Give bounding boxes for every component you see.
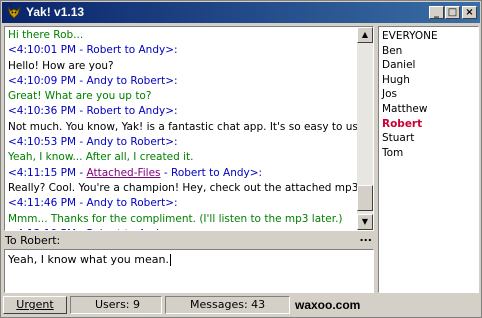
users-count: Users: 9 [70,296,162,314]
recipient-menu-button[interactable]: ... [359,231,372,244]
chat-line: Yeah, I know... After all, I created it. [8,150,358,165]
user-item-ben[interactable]: Ben [382,44,402,58]
chat-line-text: <4:11:46 PM - Andy to Robert>: [8,197,178,210]
chat-line: Mmm... Thanks for the compliment. (I'll … [8,212,358,227]
chat-line-text: Great! What are you up to? [8,90,152,103]
chat-line-text: <4:12:19 PM - Robert to Andy>: [8,228,178,230]
status-bar: Urgent Users: 9 Messages: 43 waxoo.com [3,296,481,315]
text-caret [169,254,171,266]
scroll-down-arrow-icon[interactable]: ▼ [357,214,373,230]
title-bar[interactable]: Yak! v1.13 _ □ × [2,2,480,23]
chat-line-text: <4:11:15 PM - [8,166,87,179]
chat-line-text: Hi there Rob... [8,29,84,41]
chat-line: <4:10:36 PM - Robert to Andy>: [8,104,358,119]
minimize-button[interactable]: _ [429,6,444,19]
chat-line-text: Not much. You know, Yak! is a fantastic … [8,120,369,133]
chat-line-text: - Robert to Andy>: [160,166,263,179]
chat-line: <4:10:09 PM - Andy to Robert>: [8,74,358,89]
recipient-bar: To Robert: ... [4,231,374,249]
chat-line: <4:11:46 PM - Andy to Robert>: [8,196,358,211]
chat-line: Not much. You know, Yak! is a fantastic … [8,120,369,135]
chat-line: Really? Cool. You're a champion! Hey, ch… [8,181,362,196]
chat-line-text: Yeah, I know... After all, I created it. [8,151,194,164]
window-title: Yak! v1.13 [26,5,85,19]
brand-label: waxoo.com [295,298,361,312]
chat-line-text: <4:10:53 PM - Andy to Robert>: [8,136,178,149]
chat-transcript[interactable]: Hi there Rob... <4:10:01 PM - Robert to A… [4,26,374,231]
chat-line: <4:11:15 PM - Attached-Files - Robert to… [8,166,358,181]
user-item-stuart[interactable]: Stuart [382,131,414,145]
user-item-matthew[interactable]: Matthew [382,102,427,116]
scroll-up-arrow-icon[interactable]: ▲ [357,27,373,43]
attached-files-link[interactable]: Attached-Files [86,167,160,179]
user-item-jos[interactable]: Jos [382,87,397,101]
chat-line: <4:12:19 PM - Robert to Andy>: [8,227,358,230]
chat-line: <4:10:53 PM - Andy to Robert>: [8,135,358,150]
chat-line-text: <4:10:36 PM - Robert to Andy>: [8,105,178,118]
message-input-text[interactable]: Yeah, I know what you mean. [8,253,171,266]
chat-line: Hi there Rob... [8,28,358,43]
scrollbar-thumb[interactable] [357,185,373,211]
chat-scrollbar[interactable]: ▲ ▼ [357,27,373,230]
user-list[interactable]: EVERYONE Ben Daniel Hugh Jos Matthew Robert Stu… [378,26,479,293]
user-item-tom[interactable]: Tom [382,146,403,160]
chat-line-text: Hello! How are you? [8,59,114,72]
messages-count: Messages: 43 [165,296,290,314]
maximize-button[interactable]: □ [445,6,460,19]
close-button[interactable]: × [462,6,477,19]
chat-line: Hello! How are you? [8,59,358,74]
user-item-robert[interactable]: Robert [382,117,422,131]
app-window: Yak! v1.13 _ □ × Hi there Rob... <4:10:01… [0,0,482,318]
chat-line: Great! What are you up to? [8,89,358,104]
yak-logo-icon [7,6,21,19]
chat-line-text: <4:10:01 PM - Robert to Andy>: [8,44,178,57]
chat-line-text: Really? Cool. You're a champion! Hey, ch… [8,181,362,194]
chat-lines: Hi there Rob... <4:10:01 PM - Robert to A… [8,28,369,230]
chat-line: <4:10:01 PM - Robert to Andy>: [8,43,358,58]
user-item-hugh[interactable]: Hugh [382,73,410,87]
user-item-daniel[interactable]: Daniel [382,58,415,72]
chat-line-text: Mmm... Thanks for the compliment. (I'll … [8,212,343,225]
urgent-button[interactable]: Urgent [3,296,67,314]
chat-line-text: <4:10:09 PM - Andy to Robert>: [8,74,178,87]
message-input[interactable]: Yeah, I know what you mean. [4,249,374,293]
recipient-label: To Robert: [5,234,61,247]
user-item-everyone[interactable]: EVERYONE [382,29,438,43]
